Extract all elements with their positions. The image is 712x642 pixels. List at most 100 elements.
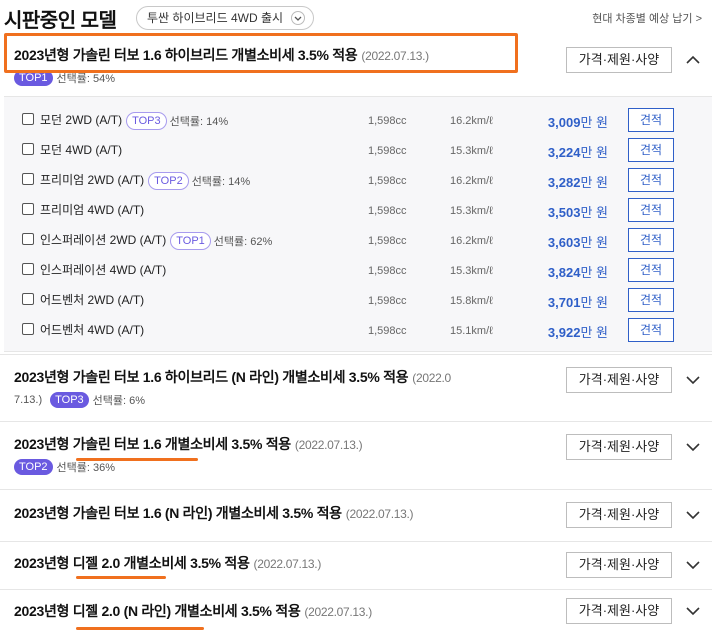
trim-checkbox[interactable] [22,293,34,305]
spec-button[interactable]: 가격·제원·사양 [566,502,672,528]
fuel-efficiency: 16.2km/ℓ [450,235,493,247]
trim-price: 3,503만 원 [547,205,608,220]
trim-name[interactable]: 인스퍼레이션 4WD (A/T) [40,263,166,277]
trim-price: 3,009만 원 [547,115,608,130]
model-select[interactable]: 투싼 하이브리드 4WD 출시 [136,6,315,30]
trim-name[interactable]: 인스퍼레이션 2WD (A/T) [40,233,166,247]
trim-name[interactable]: 모던 2WD (A/T) [40,113,122,127]
fuel-efficiency: 15.3km/ℓ [450,265,493,277]
trim-price: 3,603만 원 [547,235,608,250]
group-date: (2022.07.13.) [253,557,322,571]
fuel-efficiency: 15.8km/ℓ [450,295,493,307]
selection-rate: 선택률: 54% [56,73,116,85]
fuel-efficiency: 15.3km/ℓ [450,205,493,217]
trim-row: 인스퍼레이션 2WD (A/T) TOP1 선택률: 62% 1,598cc 16.… [4,227,712,257]
quote-button[interactable]: 견적 [628,108,674,132]
group-date: (2022.0 [412,371,451,385]
model-group: 2023년형 디젤 2.0 (N 라인) 개별소비세 3.5% 적용 (2022.… [0,590,712,642]
group-title[interactable]: 2023년형 디젤 2.0 개별소비세 3.5% 적용 (2022.07.13.) [14,553,321,573]
model-select-label: 투싼 하이브리드 4WD 출시 [147,11,284,25]
quote-button[interactable]: 견적 [628,168,674,192]
chevron-down-icon[interactable] [684,556,702,574]
spec-button[interactable]: 가격·제원·사양 [566,367,672,393]
trim-name[interactable]: 모던 4WD (A/T) [40,143,122,157]
emphasis-underline [76,576,166,579]
model-group: 2023년형 디젤 2.0 개별소비세 3.5% 적용 (2022.07.13.)… [0,542,712,590]
spec-button[interactable]: 가격·제원·사양 [566,598,672,624]
quote-button[interactable]: 견적 [628,288,674,312]
group-title[interactable]: 2023년형 가솔린 터보 1.6 (N 라인) 개별소비세 3.5% 적용 (2… [14,503,414,523]
rank-badge: TOP2 [14,459,53,475]
trim-checkbox[interactable] [22,263,34,275]
rank-badge: TOP3 [50,392,89,408]
trim-checkbox[interactable] [22,203,34,215]
engine-displacement: 1,598cc [368,235,407,247]
trim-checkbox[interactable] [22,173,34,185]
trim-price: 3,224만 원 [547,145,608,160]
trim-row: 인스퍼레이션 4WD (A/T) 1,598cc 15.3km/ℓ 3,824만… [4,257,712,287]
engine-displacement: 1,598cc [368,145,407,157]
trim-list: 모던 2WD (A/T) TOP3 선택률: 14% 1,598cc 16.2km/… [4,96,712,352]
group-title[interactable]: 2023년형 가솔린 터보 1.6 하이브리드 개별소비세 3.5% 적용 (20… [14,45,429,65]
group-date: (2022.07.13.) [361,49,429,63]
trim-checkbox[interactable] [22,233,34,245]
chevron-down-icon[interactable] [684,602,702,620]
top-bar: 시판중인 모델 투싼 하이브리드 4WD 출시 현대 차종별 예상 납기 > [0,0,712,36]
rank-badge: TOP2 [148,171,189,190]
group-title[interactable]: 2023년형 가솔린 터보 1.6 개별소비세 3.5% 적용 (2022.07.… [14,434,363,454]
selection-rate: 선택률: 6% [92,395,146,407]
group-selection-rate: TOP2 선택률: 36% [14,459,115,475]
selection-rate: 선택률: 14% [169,115,229,128]
trim-price: 3,922만 원 [547,325,608,340]
selection-rate: 선택률: 14% [191,175,251,188]
trim-checkbox[interactable] [22,113,34,125]
engine-displacement: 1,598cc [368,325,407,337]
chevron-down-icon[interactable] [684,438,702,456]
quote-button[interactable]: 견적 [628,138,674,162]
quote-button[interactable]: 견적 [628,258,674,282]
rank-badge: TOP1 [14,70,53,86]
trim-checkbox[interactable] [22,143,34,155]
trim-name[interactable]: 어드벤처 4WD (A/T) [40,323,144,337]
chevron-down-icon[interactable] [684,506,702,524]
trim-price: 3,824만 원 [547,265,608,280]
delivery-schedule-link[interactable]: 현대 차종별 예상 납기 > [592,10,702,26]
quote-button[interactable]: 견적 [628,318,674,342]
page-title: 시판중인 모델 [4,10,117,32]
group-title[interactable]: 2023년형 가솔린 터보 1.6 하이브리드 (N 라인) 개별소비세 3.5… [14,367,451,387]
selection-rate: 선택률: 62% [213,235,273,248]
trim-row: 어드벤처 2WD (A/T) 1,598cc 15.8km/ℓ 3,701만 원… [4,287,712,317]
chevron-down-icon[interactable] [684,371,702,389]
trim-row: 모던 4WD (A/T) 1,598cc 15.3km/ℓ 3,224만 원 견… [4,137,712,167]
emphasis-underline [76,627,204,630]
model-group: 2023년형 가솔린 터보 1.6 하이브리드 (N 라인) 개별소비세 3.5… [0,354,712,422]
engine-displacement: 1,598cc [368,175,407,187]
group-selection-rate: TOP1 선택률: 54% [14,70,115,86]
spec-button[interactable]: 가격·제원·사양 [566,552,672,578]
engine-displacement: 1,598cc [368,115,407,127]
trim-row: 프리미엄 2WD (A/T) TOP2 선택률: 14% 1,598cc 16.2k… [4,167,712,197]
trim-row: 어드벤처 4WD (A/T) 1,598cc 15.1km/ℓ 3,922만 원… [4,317,712,347]
chevron-up-icon[interactable] [684,51,702,69]
quote-button[interactable]: 견적 [628,198,674,222]
engine-displacement: 1,598cc [368,205,407,217]
model-group: 2023년형 가솔린 터보 1.6 개별소비세 3.5% 적용 (2022.07.… [0,422,712,490]
fuel-efficiency: 15.3km/ℓ [450,145,493,157]
group-title[interactable]: 2023년형 디젤 2.0 (N 라인) 개별소비세 3.5% 적용 (2022.… [14,601,372,621]
trim-row: 모던 2WD (A/T) TOP3 선택률: 14% 1,598cc 16.2km/… [4,107,712,137]
trim-row: 프리미엄 4WD (A/T) 1,598cc 15.3km/ℓ 3,503만 원… [4,197,712,227]
engine-displacement: 1,598cc [368,295,407,307]
rank-badge: TOP3 [126,111,167,130]
trim-name[interactable]: 프리미엄 2WD (A/T) [40,173,144,187]
spec-button[interactable]: 가격·제원·사양 [566,434,672,460]
engine-displacement: 1,598cc [368,265,407,277]
fuel-efficiency: 16.2km/ℓ [450,115,493,127]
trim-name[interactable]: 어드벤처 2WD (A/T) [40,293,144,307]
trim-name[interactable]: 프리미엄 4WD (A/T) [40,203,144,217]
fuel-efficiency: 15.1km/ℓ [450,325,493,337]
quote-button[interactable]: 견적 [628,228,674,252]
spec-button[interactable]: 가격·제원·사양 [566,47,672,73]
trim-checkbox[interactable] [22,323,34,335]
rank-badge: TOP1 [170,231,211,250]
group-date-continued: 7.13.) [14,394,43,406]
